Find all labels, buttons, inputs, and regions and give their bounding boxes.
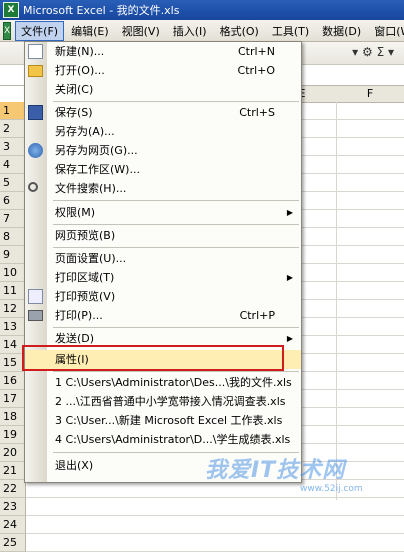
menu-item-recent-4[interactable]: 4 C:\Users\Administrator\D...\学生成绩表.xls bbox=[25, 430, 301, 449]
column-divider bbox=[336, 102, 337, 500]
menu-item-close[interactable]: 关闭(C) bbox=[25, 80, 301, 99]
printer-icon bbox=[28, 310, 43, 321]
row-header[interactable]: 1 bbox=[0, 102, 26, 120]
row-header[interactable]: 25 bbox=[0, 534, 26, 552]
row-header[interactable]: 19 bbox=[0, 426, 26, 444]
menu-item-web-preview[interactable]: 网页预览(B) bbox=[25, 226, 301, 245]
row-header[interactable]: 9 bbox=[0, 246, 26, 264]
search-icon bbox=[28, 182, 38, 192]
submenu-arrow-icon: ▶ bbox=[286, 208, 293, 217]
workbook-icon[interactable]: X bbox=[3, 21, 12, 40]
print-preview-icon bbox=[28, 289, 43, 304]
row-gridline bbox=[26, 533, 404, 534]
menu-separator bbox=[53, 371, 299, 372]
window-title: Microsoft Excel - 我的文件.xls bbox=[23, 4, 180, 17]
menu-item-print-preview[interactable]: 打印预览(V) bbox=[25, 287, 301, 306]
menu-item-open[interactable]: 打开(O)... Ctrl+O bbox=[25, 61, 301, 80]
row-header[interactable]: 20 bbox=[0, 444, 26, 462]
row-header[interactable]: 3 bbox=[0, 138, 26, 156]
menu-view[interactable]: 视图(V) bbox=[116, 21, 166, 41]
menu-separator bbox=[53, 101, 299, 102]
excel-app-icon: X bbox=[3, 2, 19, 18]
menu-item-recent-1[interactable]: 1 C:\Users\Administrator\Des...\我的文件.xls bbox=[25, 373, 301, 392]
menu-item-print[interactable]: 打印(P)... Ctrl+P bbox=[25, 306, 301, 325]
menu-format[interactable]: 格式(O) bbox=[214, 21, 265, 41]
menu-item-save[interactable]: 保存(S) Ctrl+S bbox=[25, 103, 301, 122]
menu-separator bbox=[53, 224, 299, 225]
row-header[interactable]: 13 bbox=[0, 318, 26, 336]
menu-item-file-search[interactable]: 文件搜索(H)... bbox=[25, 179, 301, 198]
column-header-f[interactable]: F bbox=[336, 86, 404, 103]
row-header[interactable]: 21 bbox=[0, 462, 26, 480]
menu-item-save-as[interactable]: 另存为(A)... bbox=[25, 122, 301, 141]
row-header[interactable]: 16 bbox=[0, 372, 26, 390]
row-header[interactable]: 17 bbox=[0, 390, 26, 408]
row-header[interactable]: 11 bbox=[0, 282, 26, 300]
menu-item-print-area[interactable]: 打印区域(T) ▶ bbox=[25, 268, 301, 287]
highlight-annotation bbox=[22, 345, 284, 371]
row-header[interactable]: 10 bbox=[0, 264, 26, 282]
row-header[interactable]: 2 bbox=[0, 120, 26, 138]
menu-item-page-setup[interactable]: 页面设置(U)... bbox=[25, 249, 301, 268]
menu-item-save-workspace[interactable]: 保存工作区(W)... bbox=[25, 160, 301, 179]
toolbar-autosum-icon[interactable]: ▾ ⚙ Σ ▾ bbox=[352, 45, 394, 59]
submenu-arrow-icon: ▶ bbox=[286, 334, 293, 343]
menu-item-permission[interactable]: 权限(M) ▶ bbox=[25, 203, 301, 222]
row-header[interactable]: 5 bbox=[0, 174, 26, 192]
globe-icon bbox=[28, 143, 43, 158]
row-header[interactable]: 6 bbox=[0, 192, 26, 210]
menu-insert[interactable]: 插入(I) bbox=[167, 21, 213, 41]
menu-tools[interactable]: 工具(T) bbox=[266, 21, 315, 41]
row-header[interactable]: 24 bbox=[0, 516, 26, 534]
watermark-url: www.52ij.com bbox=[300, 484, 363, 494]
open-folder-icon bbox=[28, 65, 43, 77]
menu-item-recent-3[interactable]: 3 C:\User...\新建 Microsoft Excel 工作表.xls bbox=[25, 411, 301, 430]
row-header[interactable]: 8 bbox=[0, 228, 26, 246]
save-disk-icon bbox=[28, 105, 43, 120]
watermark-logo: 我爱IT技术网 bbox=[205, 458, 346, 483]
menu-separator bbox=[53, 247, 299, 248]
row-gridline bbox=[26, 497, 404, 498]
row-header[interactable]: 4 bbox=[0, 156, 26, 174]
menu-item-new[interactable]: 新建(N)... Ctrl+N bbox=[25, 42, 301, 61]
row-gridline bbox=[26, 515, 404, 516]
row-header[interactable]: 22 bbox=[0, 480, 26, 498]
row-header[interactable]: 12 bbox=[0, 300, 26, 318]
menu-bar: X 文件(F) 编辑(E) 视图(V) 插入(I) 格式(O) 工具(T) 数据… bbox=[0, 20, 404, 42]
menu-file[interactable]: 文件(F) bbox=[15, 20, 65, 41]
menu-data[interactable]: 数据(D) bbox=[316, 21, 367, 41]
menu-window[interactable]: 窗口(W) bbox=[368, 21, 404, 41]
menu-edit[interactable]: 编辑(E) bbox=[65, 21, 115, 41]
new-document-icon bbox=[28, 44, 43, 59]
row-header[interactable]: 23 bbox=[0, 498, 26, 516]
row-header[interactable]: 7 bbox=[0, 210, 26, 228]
row-header[interactable]: 18 bbox=[0, 408, 26, 426]
file-menu-dropdown: 新建(N)... Ctrl+N 打开(O)... Ctrl+O 关闭(C) 保存… bbox=[24, 41, 302, 483]
menu-separator bbox=[53, 200, 299, 201]
menu-item-save-as-web[interactable]: 另存为网页(G)... bbox=[25, 141, 301, 160]
menu-item-recent-2[interactable]: 2 ...\江西省普通中小学宽带接入情况调查表.xls bbox=[25, 392, 301, 411]
menu-separator bbox=[53, 327, 299, 328]
title-bar: X Microsoft Excel - 我的文件.xls bbox=[0, 0, 404, 20]
submenu-arrow-icon: ▶ bbox=[286, 273, 293, 282]
